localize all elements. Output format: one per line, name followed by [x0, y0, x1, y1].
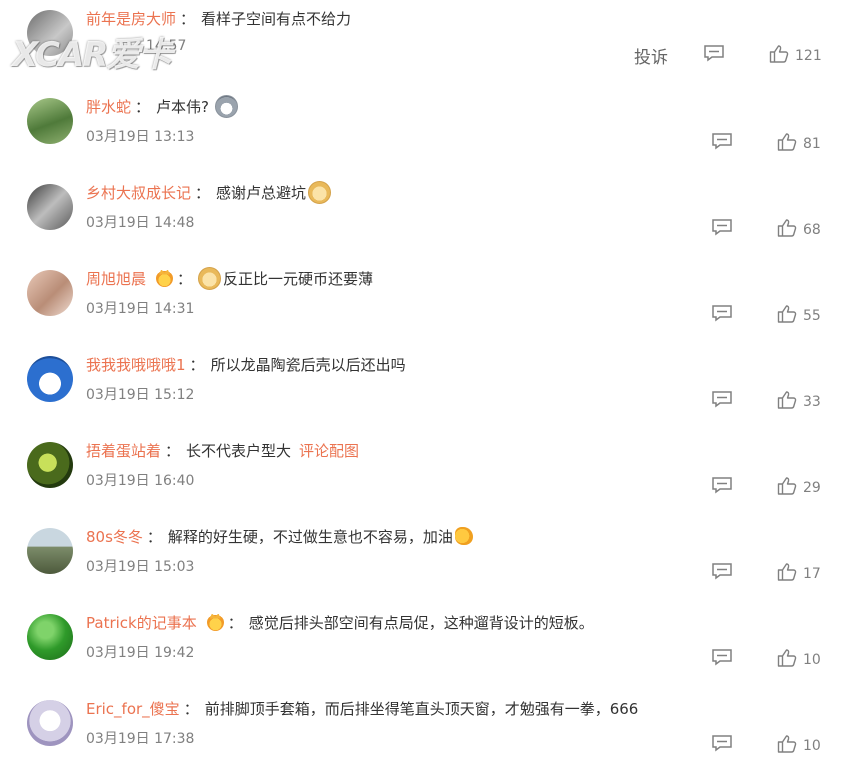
husky-emoji — [215, 94, 238, 118]
thumbs-up-icon — [777, 562, 797, 585]
username[interactable]: Patrick的记事本 — [86, 612, 197, 633]
like-button[interactable]: 29 — [777, 476, 821, 499]
comment-item: 胖水蛇 ： 卢本伟? 03月19日 13:13 81 — [0, 86, 852, 172]
like-count: 10 — [803, 737, 821, 754]
crown-badge-icon — [156, 269, 174, 287]
timestamp: 03月19日 14:31 — [86, 301, 195, 317]
doge-emoji — [198, 266, 222, 290]
reply-icon[interactable] — [711, 132, 733, 150]
like-count: 55 — [803, 307, 821, 324]
avatar[interactable] — [27, 98, 73, 144]
like-button[interactable]: 17 — [777, 562, 821, 585]
comment-text: 前排脚顶手套箱，而后排坐得笔直头顶天窗，才勉强有一拳，666 — [204, 699, 639, 718]
username[interactable]: 周旭旭晨 — [86, 268, 146, 289]
comment-text: 卢本伟? — [156, 97, 209, 116]
comment-text: 长不代表户型大 — [186, 441, 292, 460]
avatar[interactable] — [27, 270, 73, 316]
reply-icon[interactable] — [711, 390, 733, 408]
thumbs-up-icon — [777, 304, 797, 327]
username[interactable]: 胖水蛇 — [86, 96, 131, 117]
username[interactable]: 80s冬冬 — [86, 526, 143, 547]
comment-item: 乡村大叔成长记 ： 感谢卢总避坑 03月19日 14:48 68 — [0, 172, 852, 258]
timestamp: 03月19日 16:40 — [86, 473, 195, 489]
comment-text: 反正比一元硬币还要薄 — [223, 269, 374, 288]
avatar[interactable] — [27, 528, 73, 574]
like-count: 81 — [803, 135, 821, 152]
username[interactable]: 前年是房大师 — [86, 8, 176, 29]
thumbs-up-icon — [777, 648, 797, 671]
like-count: 68 — [803, 221, 821, 238]
comment-item: Eric_for_傻宝 ： 前排脚顶手套箱，而后排坐得笔直头顶天窗，才勉强有一拳… — [0, 688, 852, 774]
timestamp: 03月19日 13:13 — [86, 129, 195, 145]
timestamp: 03月19日 14:48 — [86, 215, 195, 231]
username[interactable]: Eric_for_傻宝 — [86, 698, 180, 719]
like-count: 29 — [803, 479, 821, 496]
like-button[interactable]: 55 — [777, 304, 821, 327]
thumbs-up-icon — [769, 44, 789, 67]
avatar[interactable] — [27, 700, 73, 746]
like-button[interactable]: 10 — [777, 648, 821, 671]
comment-item: 80s冬冬 ： 解释的好生硬，不过做生意也不容易，加油 03月19日 15:03… — [0, 516, 852, 602]
thumbs-up-icon — [777, 476, 797, 499]
like-count: 10 — [803, 651, 821, 668]
like-button[interactable]: 33 — [777, 390, 821, 413]
like-button[interactable]: 121 — [769, 44, 822, 67]
timestamp: 03月19日 19:42 — [86, 645, 195, 661]
timestamp: 03月19日 15:12 — [86, 387, 195, 403]
comment-item: 捂着蛋站着 ： 长不代表户型大 评论配图 03月19日 16:40 29 — [0, 430, 852, 516]
like-button[interactable]: 68 — [777, 218, 821, 241]
reply-icon[interactable] — [711, 648, 733, 666]
flexed-arm-emoji — [454, 527, 473, 545]
comment-item: 我我我哦哦哦1 ： 所以龙晶陶瓷后壳以后还出吗 03月19日 15:12 33 — [0, 344, 852, 430]
avatar[interactable] — [27, 184, 73, 230]
like-count: 121 — [795, 47, 822, 64]
reply-icon[interactable] — [711, 218, 733, 236]
like-button[interactable]: 81 — [777, 132, 821, 155]
thumbs-up-icon — [777, 132, 797, 155]
username[interactable]: 乡村大叔成长记 — [86, 182, 191, 203]
thumbs-up-icon — [777, 734, 797, 757]
comment-text: 感谢卢总避坑 — [216, 183, 307, 202]
reply-icon[interactable] — [711, 476, 733, 494]
xcar-watermark-logo: XCAR爱卡 — [12, 35, 172, 75]
comment-text: 所以龙晶陶瓷后壳以后还出吗 — [210, 355, 406, 374]
doge-emoji — [308, 180, 332, 204]
thumbs-up-icon — [777, 218, 797, 241]
reply-icon[interactable] — [711, 734, 733, 752]
reply-icon[interactable] — [711, 562, 733, 580]
avatar[interactable] — [27, 614, 73, 660]
like-button[interactable]: 10 — [777, 734, 821, 757]
comment-text: 感觉后排头部空间有点局促，这种遛背设计的短板。 — [248, 613, 594, 632]
like-count: 17 — [803, 565, 821, 582]
comment-image-link[interactable]: 评论配图 — [299, 440, 359, 461]
timestamp: 03月19日 15:03 — [86, 559, 195, 575]
report-button[interactable]: 投诉 — [634, 43, 668, 68]
crown-badge-icon — [206, 613, 224, 631]
like-count: 33 — [803, 393, 821, 410]
username[interactable]: 我我我哦哦哦1 — [86, 354, 186, 375]
comment-item: Patrick的记事本 ： 感觉后排头部空间有点局促，这种遛背设计的短板。 03… — [0, 602, 852, 688]
comment-text: 看样子空间有点不给力 — [201, 9, 352, 28]
thumbs-up-icon — [777, 390, 797, 413]
username[interactable]: 捂着蛋站着 — [86, 440, 161, 461]
avatar[interactable] — [27, 442, 73, 488]
comment-item: 周旭旭晨 ： 反正比一元硬币还要薄 03月19日 14:31 55 — [0, 258, 852, 344]
reply-icon[interactable] — [703, 44, 725, 62]
avatar[interactable] — [27, 356, 73, 402]
timestamp: 03月19日 17:38 — [86, 731, 195, 747]
reply-icon[interactable] — [711, 304, 733, 322]
comment-text: 解释的好生硬，不过做生意也不容易，加油 — [167, 527, 453, 546]
